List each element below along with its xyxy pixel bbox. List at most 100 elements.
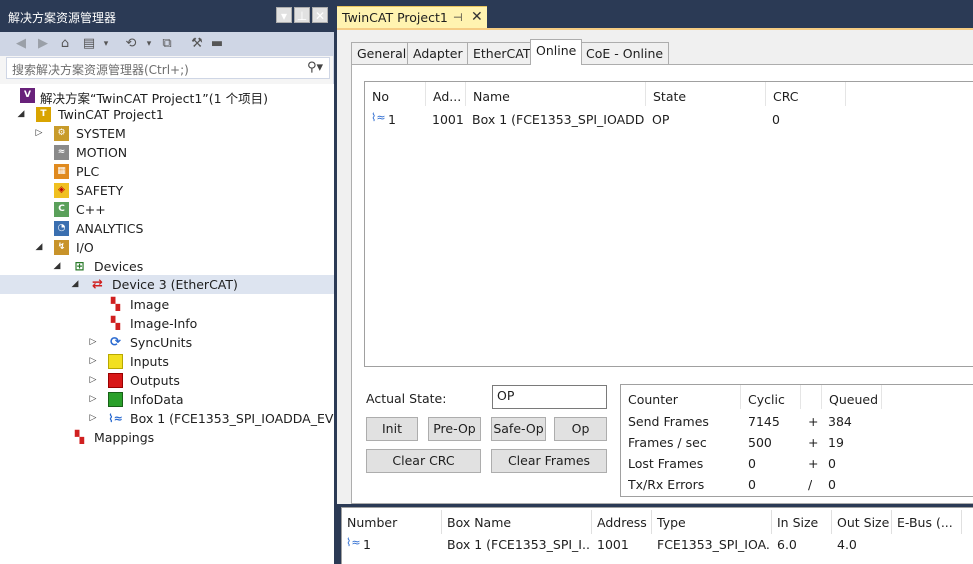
counter-cyclic: 7145 <box>748 414 780 429</box>
tree-item-analytics[interactable]: ◔ ANALYTICS <box>0 219 334 238</box>
system-icon: ⚙ <box>54 126 69 141</box>
pin-icon[interactable]: ⊣ <box>453 11 463 24</box>
collapsed-arrow-icon[interactable]: ▷ <box>88 411 98 425</box>
tab-adapter[interactable]: Adapter <box>407 42 469 64</box>
collapsed-arrow-icon[interactable]: ▷ <box>88 392 98 406</box>
tree-item-mappings[interactable]: ▚ Mappings <box>0 428 334 447</box>
outputs-icon <box>108 373 123 388</box>
cell-address: 1001 <box>597 537 629 552</box>
search-input[interactable]: 搜索解决方案资源管理器(Ctrl+;) ⚲▾ <box>6 57 330 79</box>
column-header-cyclic: Cyclic <box>741 385 801 409</box>
tree-item-system[interactable]: ▷ ⚙ SYSTEM <box>0 124 334 143</box>
column-header-crc[interactable]: CRC <box>766 82 846 106</box>
column-header-out-size[interactable]: Out Size <box>832 510 892 534</box>
tree-item-label: ANALYTICS <box>76 221 144 236</box>
syncunits-icon: ⟳ <box>110 335 121 350</box>
tree-item-motion[interactable]: ≈ MOTION <box>0 143 334 162</box>
solution-icon: V <box>20 88 35 103</box>
tree-item-inputs[interactable]: ▷ Inputs <box>0 352 334 371</box>
expanded-arrow-icon[interactable]: ◢ <box>70 277 80 291</box>
image-icon: ▚ <box>110 297 121 311</box>
tree-item-io[interactable]: ◢ ↯ I/O <box>0 238 334 257</box>
column-header-no[interactable]: No <box>365 82 426 106</box>
tree-item-image-info[interactable]: ▚ Image-Info <box>0 314 334 333</box>
column-header-addr[interactable]: Ad... <box>426 82 466 106</box>
counter-name: Tx/Rx Errors <box>628 477 705 492</box>
collapsed-arrow-icon[interactable]: ▷ <box>88 373 98 387</box>
preview-icon[interactable]: ▬ <box>208 35 226 53</box>
collapsed-arrow-icon[interactable]: ▷ <box>88 354 98 368</box>
close-icon[interactable]: ✕ <box>471 9 483 25</box>
search-icon[interactable]: ⚲▾ <box>307 60 323 75</box>
safeop-button[interactable]: Safe-Op <box>491 417 546 441</box>
expanded-arrow-icon[interactable]: ◢ <box>16 107 26 121</box>
tree-item-devices[interactable]: ◢ ⊞ Devices <box>0 257 334 276</box>
column-header-state[interactable]: State <box>646 82 766 106</box>
tab-online[interactable]: Online <box>530 39 583 65</box>
cell-box-name: Box 1 (FCE1353_SPI_I... <box>447 537 589 552</box>
tree-item-infodata[interactable]: ▷ InfoData <box>0 390 334 409</box>
tree-item-solution[interactable]: V 解决方案“TwinCAT Project1”(1 个项目) <box>0 86 334 106</box>
expanded-arrow-icon[interactable]: ◢ <box>34 240 44 254</box>
pin-icon[interactable]: ⊥ <box>294 7 310 23</box>
box-icon: ⌇≈ <box>346 536 361 549</box>
document-tab[interactable]: TwinCAT Project1 ⊣ ✕ <box>337 6 487 28</box>
close-icon[interactable]: ✕ <box>312 7 328 23</box>
tree-item-device-3[interactable]: ◢ ⇄ Device 3 (EtherCAT) <box>0 275 334 294</box>
dropdown-arrow-icon[interactable]: ▾ <box>276 7 292 23</box>
slave-list[interactable]: No Ad... Name State CRC ⌇≈ 1 1001 Box 1 … <box>364 81 973 367</box>
column-header-name[interactable]: Name <box>466 82 646 106</box>
io-icon: ↯ <box>54 240 69 255</box>
cpp-icon: C <box>54 202 69 217</box>
tree-item-label: Devices <box>94 259 144 274</box>
tree-item-image[interactable]: ▚ Image <box>0 295 334 314</box>
tree-item-box-1[interactable]: ▷ ⌇≈ Box 1 (FCE1353_SPI_IOADDA_EVB V <box>0 409 355 428</box>
actual-state-field[interactable]: OP <box>492 385 607 409</box>
column-header-queued: Queued <box>822 385 882 409</box>
safety-icon: ◈ <box>54 183 69 198</box>
tree-item-syncunits[interactable]: ▷ ⟳ SyncUnits <box>0 333 334 352</box>
tree-item-label: InfoData <box>130 392 184 407</box>
column-header-in-size[interactable]: In Size <box>772 510 832 534</box>
cell-out-size: 4.0 <box>837 537 857 552</box>
back-icon[interactable]: ◀ <box>12 35 30 53</box>
chevron-down-icon[interactable]: ▾ <box>140 35 158 53</box>
solution-explorer-titlebar: 解决方案资源管理器 ▾ ⊥ ✕ <box>0 0 334 32</box>
clear-frames-button[interactable]: Clear Frames <box>491 449 607 473</box>
tab-coe-online[interactable]: CoE - Online <box>580 42 670 64</box>
collapse-all-icon[interactable]: ⧉ <box>158 35 176 53</box>
op-button[interactable]: Op <box>554 417 607 441</box>
tree-item-plc[interactable]: ▦ PLC <box>0 162 334 181</box>
clear-crc-button[interactable]: Clear CRC <box>366 449 481 473</box>
cell-in-size: 6.0 <box>777 537 797 552</box>
counter-queued: 0 <box>828 456 836 471</box>
box-icon: ⌇≈ <box>371 111 386 124</box>
switch-views-icon[interactable]: ▤ <box>80 35 98 53</box>
column-header-number[interactable]: Number <box>342 510 442 534</box>
tree-item-outputs[interactable]: ▷ Outputs <box>0 371 334 390</box>
column-header-address[interactable]: Address <box>592 510 652 534</box>
tree-item-cpp[interactable]: C C++ <box>0 200 334 219</box>
column-header-ebus[interactable]: E-Bus (... <box>892 510 962 534</box>
tree-item-label: PLC <box>76 164 100 179</box>
collapsed-arrow-icon[interactable]: ▷ <box>88 335 98 349</box>
column-header-box-name[interactable]: Box Name <box>442 510 592 534</box>
tree-item-label: TwinCAT Project1 <box>58 107 164 122</box>
tree-item-safety[interactable]: ◈ SAFETY <box>0 181 334 200</box>
column-header-type[interactable]: Type <box>652 510 772 534</box>
tree-item-project[interactable]: ◢ T TwinCAT Project1 <box>0 105 334 124</box>
init-button[interactable]: Init <box>366 417 418 441</box>
tab-ethercat[interactable]: EtherCAT <box>467 42 537 64</box>
properties-wrench-icon[interactable]: ⚒ <box>188 35 206 53</box>
motion-icon: ≈ <box>54 145 69 160</box>
preop-button[interactable]: Pre-Op <box>428 417 481 441</box>
forward-icon[interactable]: ▶ <box>34 35 52 53</box>
expanded-arrow-icon[interactable]: ◢ <box>52 259 62 273</box>
collapsed-arrow-icon[interactable]: ▷ <box>34 126 44 140</box>
chevron-down-icon[interactable]: ▾ <box>97 35 115 53</box>
tab-general[interactable]: General <box>351 42 413 64</box>
pending-changes-icon[interactable]: ⟲ <box>122 35 140 53</box>
image-info-icon: ▚ <box>110 316 121 330</box>
tree-item-label: Outputs <box>130 373 180 388</box>
home-icon[interactable]: ⌂ <box>56 35 74 53</box>
